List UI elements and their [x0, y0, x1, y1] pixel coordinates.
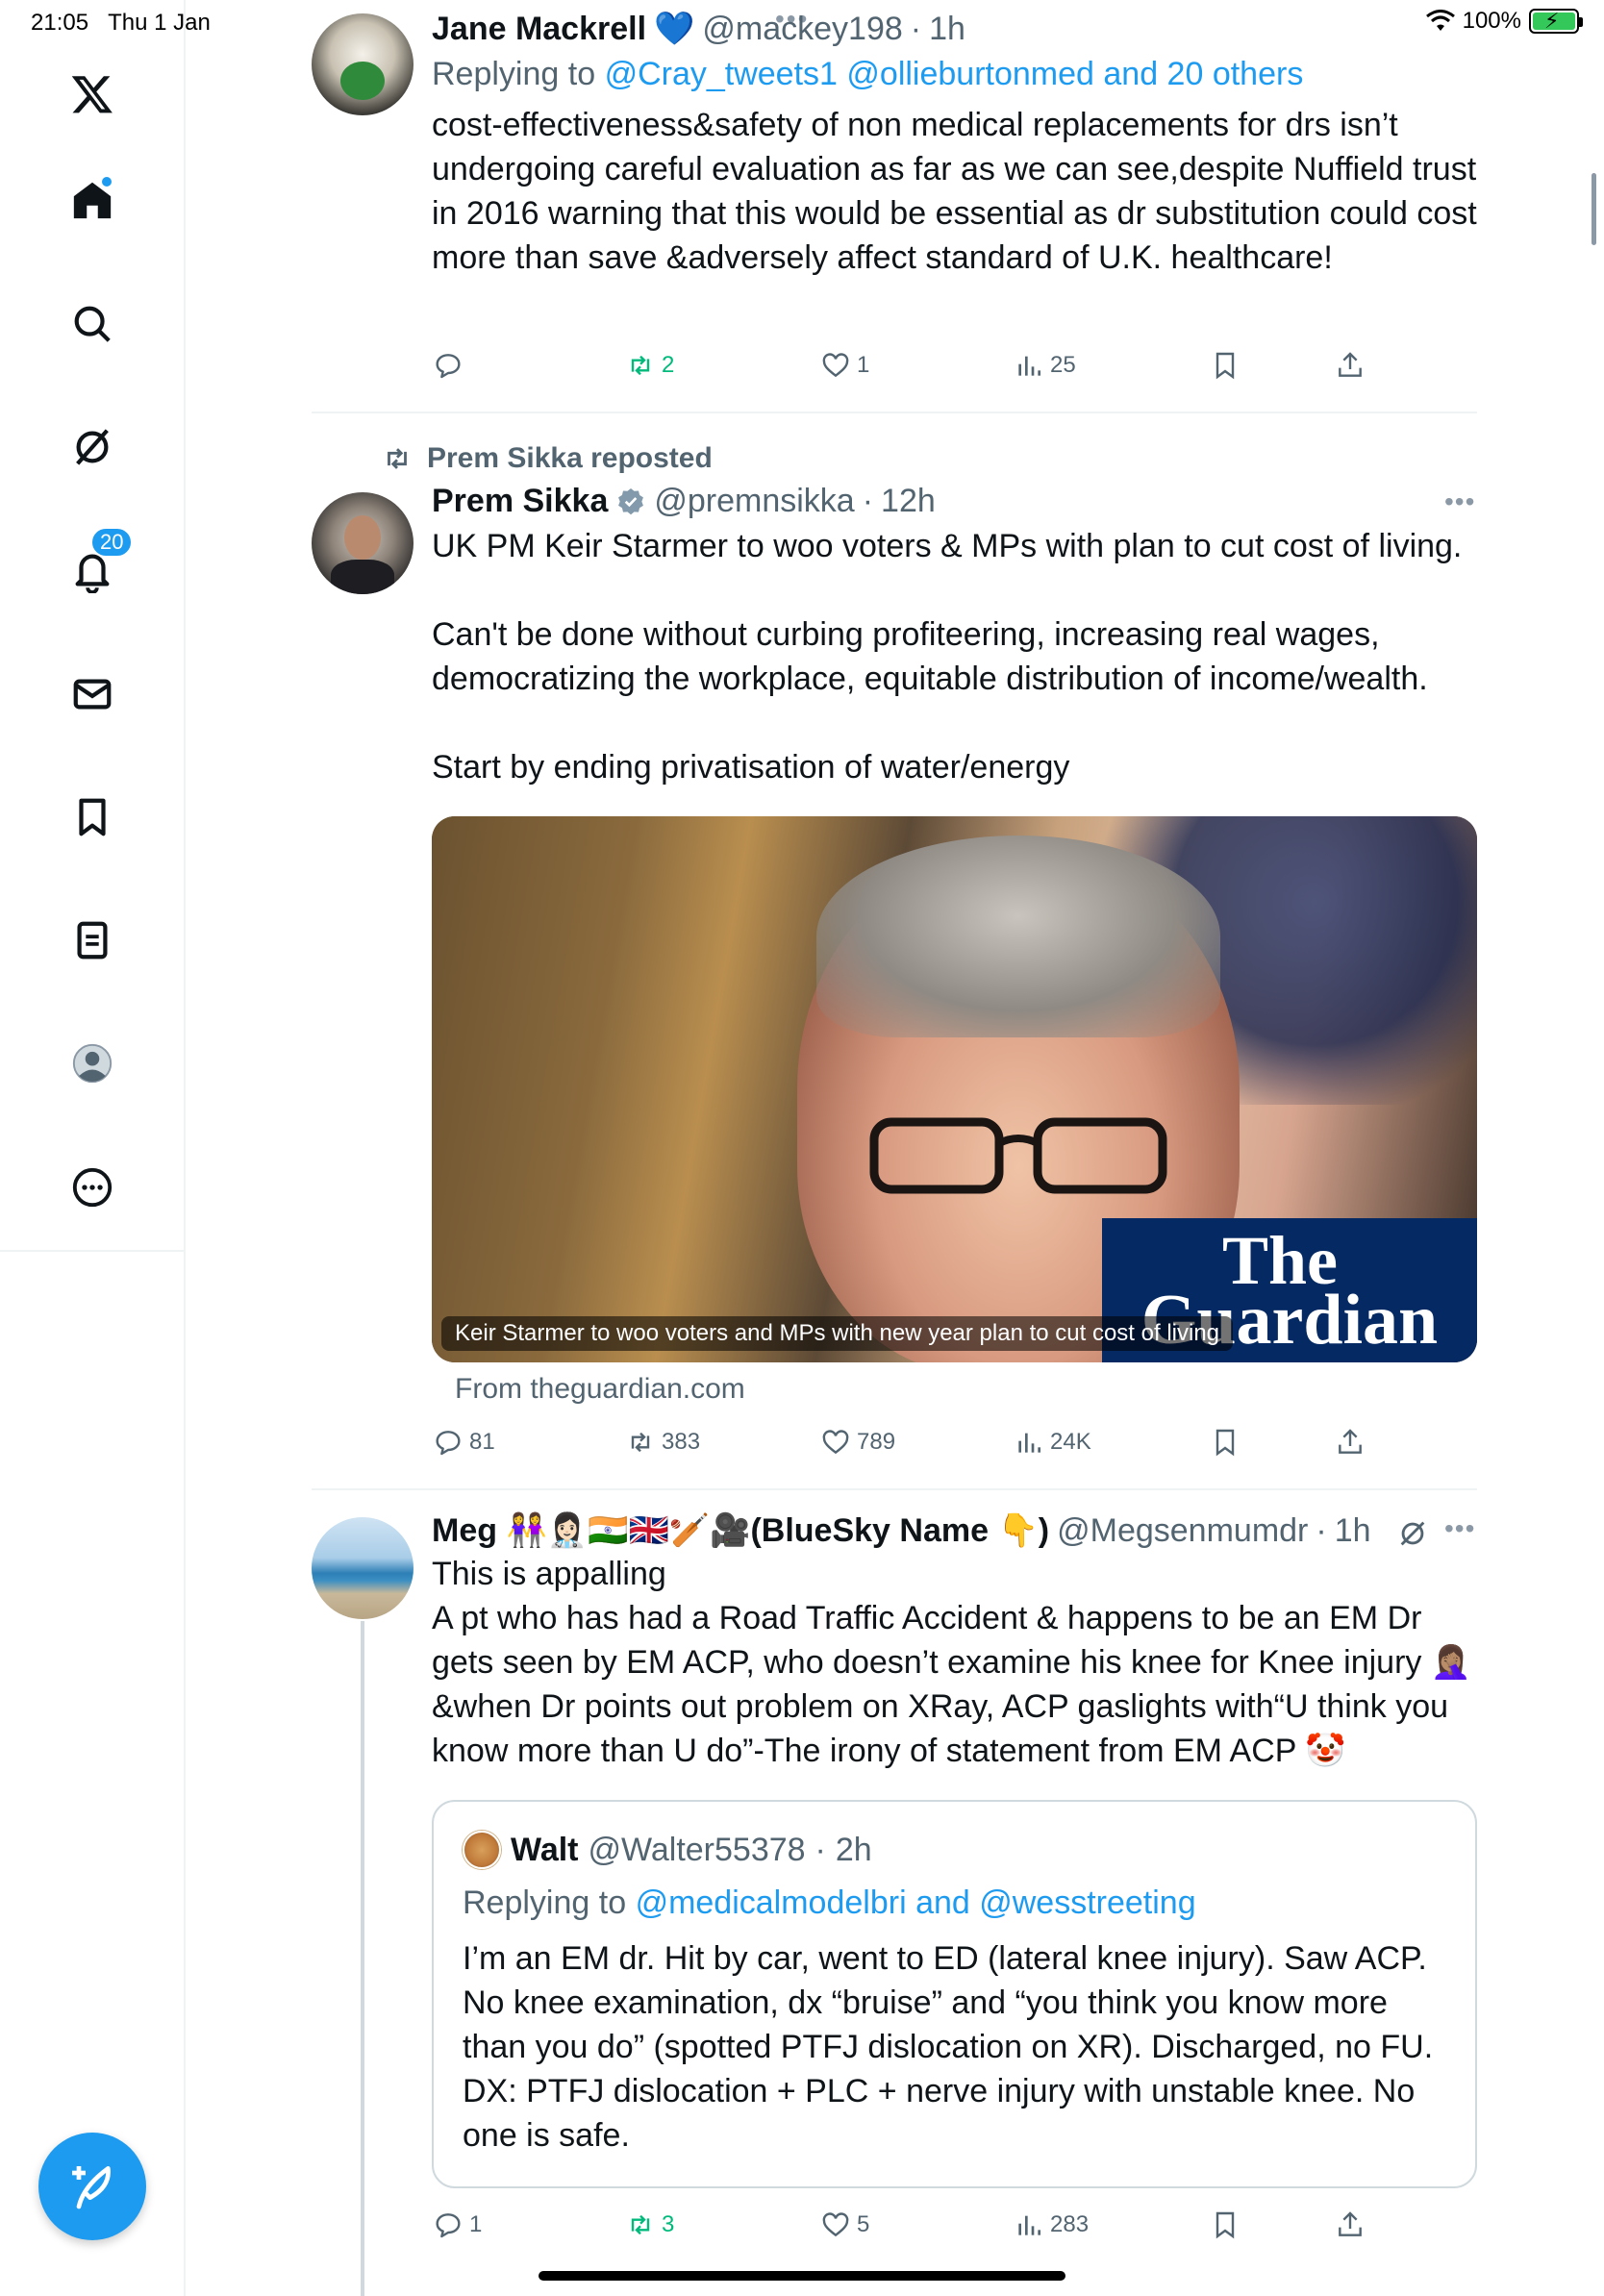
author-name[interactable]: Prem Sikka	[432, 483, 608, 520]
reply-button[interactable]	[433, 350, 469, 381]
more-options-icon[interactable]: •••	[1444, 1513, 1475, 1544]
scrollbar[interactable]	[1591, 173, 1596, 245]
like-button[interactable]: 789	[820, 1427, 895, 1458]
quoted-replying-to: Replying to @medicalmodelbri and @wesstr…	[463, 1884, 1196, 1921]
card-source[interactable]: From theguardian.com	[455, 1373, 745, 1406]
quoted-reply-mentions-link[interactable]: @medicalmodelbri and @wesstreeting	[636, 1884, 1196, 1921]
quoted-tweet-text: I’m an EM dr. Hit by car, went to ED (la…	[463, 1940, 1434, 2154]
tweet-time[interactable]: 1h	[929, 11, 965, 48]
tweet-header: Jane Mackrell 💙 @mackey198 · 1h	[432, 10, 965, 48]
reply-button[interactable]: 81	[433, 1427, 495, 1458]
avatar[interactable]	[312, 492, 414, 594]
reply-icon	[436, 354, 461, 379]
tweet-time[interactable]: 12h	[881, 483, 936, 520]
replying-to: Replying to @Cray_tweets1 @ollieburtonme…	[432, 56, 1304, 92]
avatar[interactable]	[312, 1517, 414, 1619]
card-caption: Keir Starmer to woo voters and MPs with …	[441, 1316, 1234, 1351]
profile-avatar-icon[interactable]	[62, 1033, 123, 1094]
views-button[interactable]: 283	[1014, 2209, 1089, 2240]
sidebar-border	[184, 1252, 186, 2296]
bookmark-button[interactable]	[1210, 1427, 1241, 1458]
lists-icon[interactable]	[62, 910, 123, 971]
grok-icon[interactable]	[62, 416, 123, 478]
bookmarks-icon[interactable]	[62, 786, 123, 848]
quoted-author-handle[interactable]: @Walter55378	[589, 1832, 806, 1869]
compose-feather-icon	[72, 2166, 111, 2209]
like-button[interactable]: 1	[820, 350, 869, 381]
heart-icon	[822, 2212, 849, 2237]
verified-badge-icon	[618, 487, 644, 514]
repost-button[interactable]: 2	[625, 350, 674, 381]
more-options-icon[interactable]: •••	[1444, 487, 1475, 517]
repost-icon	[631, 1432, 650, 1453]
views-chart-icon	[1018, 2215, 1040, 2235]
author-handle[interactable]: @premnsikka	[654, 483, 854, 520]
heart-icon	[822, 353, 849, 378]
compose-post-button[interactable]	[38, 2133, 146, 2240]
tweet-text: UK PM Keir Starmer to woo voters & MPs w…	[432, 528, 1463, 786]
home-indicator[interactable]	[539, 2271, 1065, 2281]
home-notification-dot	[100, 175, 113, 188]
link-card[interactable]: The Guardian Keir Starmer to woo voters …	[432, 816, 1477, 1362]
avatar[interactable]	[312, 13, 414, 115]
share-icon	[1339, 2211, 1362, 2236]
reply-icon	[436, 1431, 461, 1456]
battery-icon: ⚡	[1529, 9, 1583, 34]
heart-emoji: 💙	[654, 11, 695, 47]
bookmark-icon	[1216, 352, 1235, 380]
repost-icon	[631, 2214, 650, 2235]
heart-icon	[822, 1430, 849, 1455]
quoted-tweet-header: Walt @Walter55378 · 2h	[463, 1831, 872, 1869]
views-chart-icon	[1018, 356, 1040, 376]
bookmark-icon	[1216, 1429, 1235, 1457]
tweet-header: Meg 👭👩🏻‍⚕️🇮🇳🇬🇧🏏🎥(BlueSky Name 👇) @Megsen…	[432, 1511, 1371, 1550]
tweet-header: Prem Sikka @premnsikka · 12h	[432, 483, 936, 520]
tweet-text: cost-effectiveness&safety of non medical…	[432, 107, 1477, 276]
share-icon	[1339, 1429, 1362, 1454]
bookmark-icon	[1216, 2211, 1235, 2239]
repost-icon	[631, 355, 650, 376]
like-button[interactable]: 5	[820, 2209, 869, 2240]
quoted-author-name[interactable]: Walt	[511, 1832, 579, 1869]
card-photo-hair	[816, 836, 1220, 1037]
messages-envelope-icon[interactable]	[62, 663, 123, 725]
more-options-icon[interactable]	[62, 1157, 123, 1218]
reply-mentions-link[interactable]: @Cray_tweets1 @ollieburtonmed and 20 oth…	[605, 56, 1304, 92]
tweet-jane-mackrell[interactable]: Jane Mackrell 💙 @mackey198 · 1h Replying…	[312, 10, 1477, 404]
author-handle[interactable]: @Megsenmumdr	[1057, 1512, 1308, 1550]
quoted-avatar[interactable]	[463, 1831, 501, 1869]
repost-button[interactable]: 3	[625, 2209, 674, 2240]
share-button[interactable]	[1335, 2209, 1366, 2240]
x-logo-icon[interactable]	[62, 63, 123, 125]
quoted-tweet[interactable]: Walt @Walter55378 · 2h Replying to @medi…	[432, 1800, 1477, 2188]
views-chart-icon	[1018, 1433, 1040, 1453]
card-photo-glasses	[869, 1117, 1167, 1194]
share-button[interactable]	[1335, 1427, 1366, 1458]
search-icon[interactable]	[62, 293, 123, 355]
bookmark-button[interactable]	[1210, 2209, 1241, 2240]
grok-explain-icon[interactable]	[1396, 1517, 1429, 1550]
repost-button[interactable]: 383	[625, 1427, 700, 1458]
repost-icon	[388, 448, 407, 469]
home-icon[interactable]	[62, 169, 123, 231]
views-button[interactable]: 25	[1014, 350, 1076, 381]
tweet-divider	[312, 1488, 1477, 1490]
author-name[interactable]: Meg 👭👩🏻‍⚕️🇮🇳🇬🇧🏏🎥(BlueSky Name 👇)	[432, 1511, 1049, 1550]
tweet-divider	[312, 412, 1477, 413]
share-icon	[1339, 352, 1362, 377]
notifications-bell-icon[interactable]: 20	[62, 527, 134, 602]
bookmark-button[interactable]	[1210, 350, 1241, 381]
author-name[interactable]: Jane Mackrell	[432, 11, 646, 48]
share-button[interactable]	[1335, 350, 1366, 381]
reply-button[interactable]: 1	[433, 2209, 482, 2240]
notifications-badge: 20	[90, 527, 134, 558]
repost-label[interactable]: Prem Sikka reposted	[381, 442, 713, 475]
reply-icon	[436, 2213, 461, 2238]
tweet-text: This is appalling A pt who has had a Roa…	[432, 1556, 1472, 1769]
views-button[interactable]: 24K	[1014, 1427, 1091, 1458]
author-handle[interactable]: @mackey198	[702, 11, 902, 48]
tweet-time[interactable]: 1h	[1335, 1512, 1371, 1550]
sidebar: 20	[0, 0, 186, 1252]
quoted-tweet-time[interactable]: 2h	[836, 1832, 872, 1869]
